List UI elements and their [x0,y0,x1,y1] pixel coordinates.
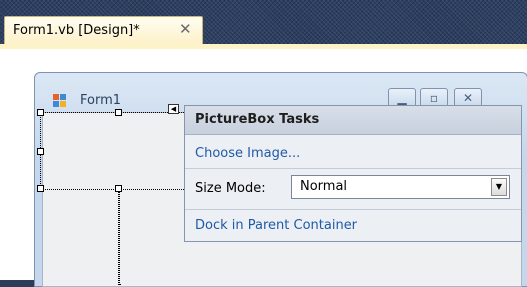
resize-grip[interactable] [37,109,44,116]
size-mode-label: Size Mode: [195,181,266,196]
close-icon[interactable]: ✕ [179,20,192,38]
picturebox-tasks-panel: PictureBox Tasks Choose Image... Size Mo… [184,105,522,242]
divider [185,209,521,210]
dock-in-parent-link[interactable]: Dock in Parent Container [195,218,357,233]
tab-label: Form1.vb [Design]* [13,23,140,38]
form-title: Form1 [80,93,122,108]
smart-tag-arrow-icon[interactable]: ◀ [168,104,179,114]
tasks-header: PictureBox Tasks [185,106,521,135]
form-icon [53,94,66,107]
divider [185,168,521,169]
chevron-down-icon[interactable]: ▼ [491,178,507,196]
resize-grip[interactable] [115,185,122,192]
size-mode-value: Normal [300,179,348,194]
size-mode-select[interactable]: Normal ▼ [291,175,510,199]
tasks-title: PictureBox Tasks [195,112,320,127]
resize-grip[interactable] [115,109,122,116]
tab-form1-design[interactable]: Form1.vb [Design]* ✕ [4,16,203,45]
resize-grip[interactable] [37,148,44,155]
choose-image-link[interactable]: Choose Image... [195,146,300,161]
picturebox-divider [118,188,120,285]
resize-grip[interactable] [37,185,44,192]
